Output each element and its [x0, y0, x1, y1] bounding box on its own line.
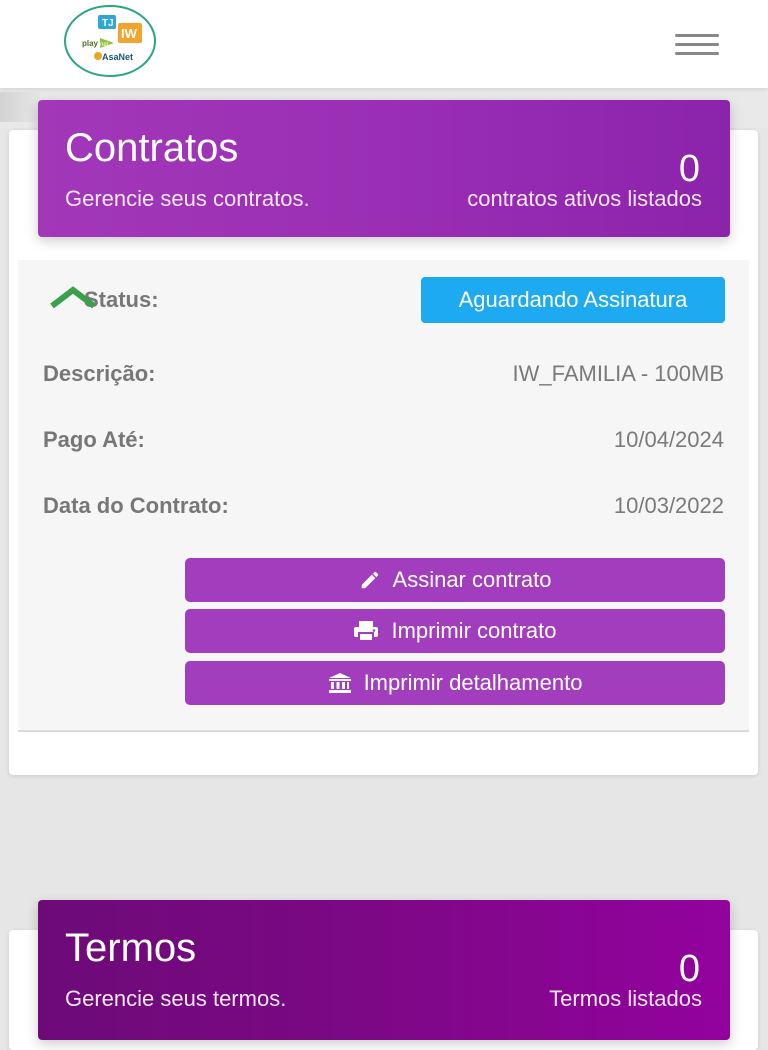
pago-ate-value: 10/04/2024	[613, 427, 724, 452]
chevron-up-icon[interactable]	[48, 286, 98, 310]
contracts-header: Contratos Gerencie seus contratos. 0 con…	[38, 100, 730, 237]
print-contract-label: Imprimir contrato	[391, 618, 557, 643]
company-logo[interactable]: TJ IW play net AsaNet	[64, 5, 156, 77]
print-contract-button[interactable]: Imprimir contrato	[185, 609, 725, 653]
svg-text:TJ: TJ	[102, 18, 114, 29]
terms-header: Termos Gerencie seus termos. 0 Termos li…	[38, 900, 730, 1040]
panel-divider	[18, 731, 749, 732]
svg-text:net: net	[100, 42, 109, 48]
print-details-button[interactable]: Imprimir detalhamento	[185, 661, 725, 705]
bank-icon	[328, 672, 352, 694]
descricao-value: IW_FAMILIA - 100MB	[512, 361, 724, 386]
printer-icon	[353, 620, 379, 642]
contracts-subtitle: Gerencie seus contratos.	[65, 186, 310, 211]
sign-contract-label: Assinar contrato	[392, 567, 552, 592]
hamburger-icon	[675, 34, 719, 37]
menu-toggle-button[interactable]	[666, 28, 728, 62]
terms-title: Termos	[65, 926, 197, 970]
svg-text:AsaNet: AsaNet	[102, 52, 133, 62]
status-badge: Aguardando Assinatura	[421, 277, 725, 323]
sign-contract-button[interactable]: Assinar contrato	[185, 558, 725, 602]
descricao-label: Descrição:	[43, 361, 156, 386]
contracts-count: 0	[678, 148, 700, 190]
svg-text:IW: IW	[121, 26, 138, 41]
terms-count-label: Termos listados	[549, 986, 702, 1011]
contracts-title: Contratos	[65, 126, 239, 170]
terms-subtitle: Gerencie seus termos.	[65, 986, 287, 1011]
pago-ate-label: Pago Até:	[43, 427, 145, 452]
terms-count: 0	[678, 948, 700, 990]
data-contrato-label: Data do Contrato:	[43, 493, 229, 518]
data-contrato-value: 10/03/2022	[613, 493, 724, 518]
pencil-icon	[359, 569, 381, 591]
top-navbar: TJ IW play net AsaNet	[0, 0, 768, 88]
background-decoration	[0, 92, 40, 122]
contracts-count-label: contratos ativos listados	[467, 186, 702, 211]
svg-text:play: play	[82, 39, 99, 48]
print-details-label: Imprimir detalhamento	[363, 670, 583, 695]
